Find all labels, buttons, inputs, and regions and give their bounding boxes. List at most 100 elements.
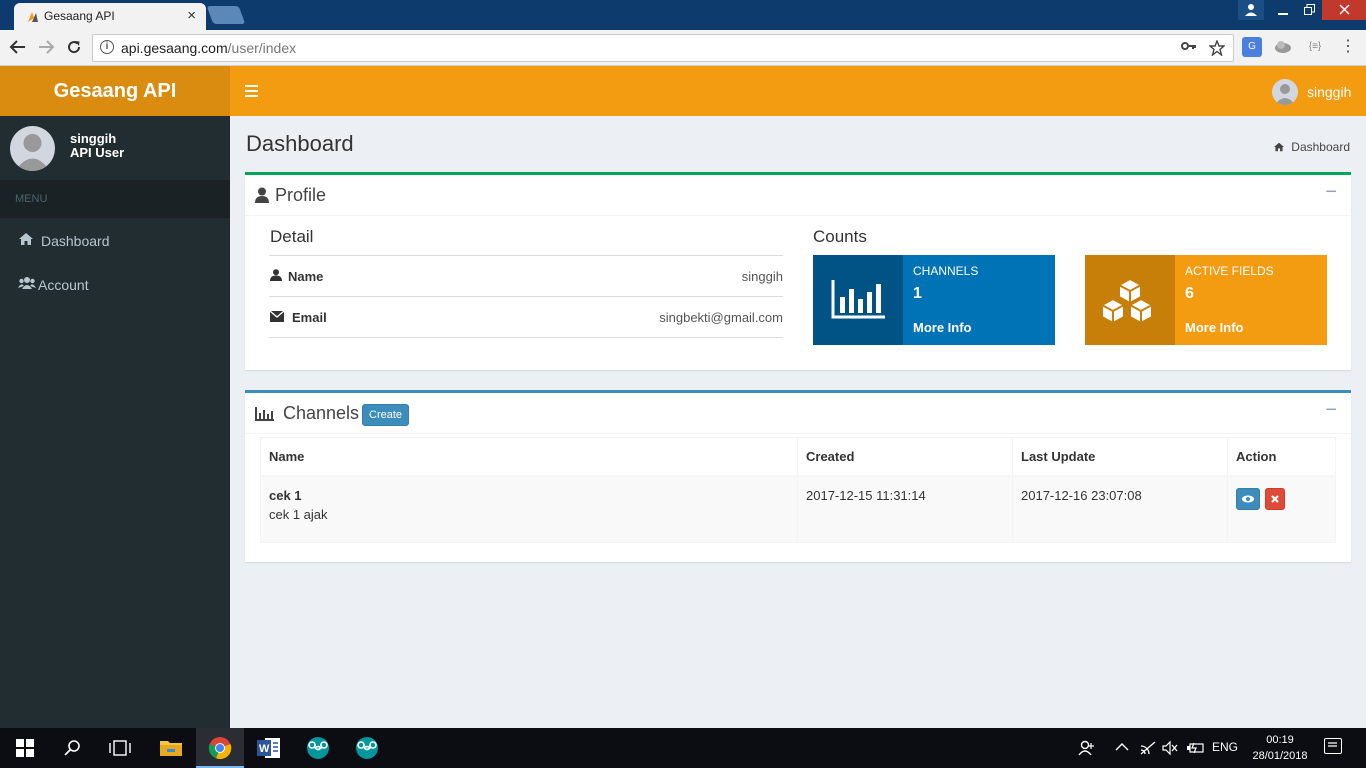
task-view-button[interactable]: [96, 728, 144, 768]
notifications-icon[interactable]: [1324, 738, 1342, 754]
home-icon: [1274, 142, 1285, 152]
breadcrumb: Dashboard: [1273, 140, 1350, 154]
info-box-number: 6: [1185, 285, 1194, 302]
people-icon[interactable]: [1078, 740, 1096, 756]
json-extension-icon[interactable]: {≡}: [1305, 37, 1325, 57]
envelope-icon: [270, 311, 284, 322]
user-icon: [270, 269, 282, 281]
user-icon: [255, 187, 269, 203]
windows-logo-icon: [16, 739, 34, 757]
search-button[interactable]: [48, 728, 96, 768]
favicon-icon: [28, 12, 38, 22]
action-cell: [1227, 475, 1336, 543]
taskbar-arduino-2[interactable]: [343, 728, 391, 768]
bar-chart-icon: [813, 255, 903, 345]
windows-taskbar: W ENG 00:19 28/01/2018: [0, 728, 1366, 768]
sidebar-item-label: Dashboard: [41, 233, 110, 249]
profile-box: Profile − Detail Name singgih Email sing…: [245, 172, 1351, 370]
app-logo[interactable]: Gesaang API: [0, 66, 230, 116]
info-box-label: ACTIVE FIELDS: [1185, 264, 1274, 278]
menu-header: MENU: [0, 180, 230, 218]
column-header-name: Name: [260, 437, 798, 477]
url-text[interactable]: api.gesaang.com/user/index: [121, 40, 296, 56]
table-row: cek 1 cek 1 ajak 2017-12-15 11:31:14 201…: [260, 475, 1336, 543]
page-title: Dashboard: [246, 131, 354, 156]
back-arrow-icon[interactable]: [9, 39, 26, 55]
collapse-button[interactable]: −: [1325, 181, 1337, 204]
minimize-window-icon[interactable]: [1270, 0, 1296, 20]
arduino-icon: [356, 737, 378, 759]
profile-window-icon[interactable]: [1238, 0, 1264, 20]
browser-titlebar: Gesaang API ×: [0, 0, 1366, 30]
search-icon: [64, 740, 80, 756]
close-window-icon[interactable]: [1322, 0, 1366, 20]
sidebar-toggle-icon[interactable]: [245, 85, 259, 97]
chrome-icon: [208, 737, 232, 760]
channel-name-cell: cek 1 cek 1 ajak: [260, 475, 798, 543]
wifi-icon[interactable]: [1140, 741, 1156, 755]
restore-window-icon[interactable]: [1296, 0, 1322, 20]
taskbar-arduino-1[interactable]: [294, 728, 342, 768]
taskbar-file-explorer[interactable]: [147, 728, 195, 768]
active-fields-info-box[interactable]: ACTIVE FIELDS 6 More Info: [1085, 255, 1327, 345]
column-header-action: Action: [1227, 437, 1336, 477]
sidebar-item-account[interactable]: Account: [0, 262, 230, 306]
battery-icon[interactable]: [1186, 741, 1204, 755]
channels-box-header: Channels Create −: [245, 393, 1351, 434]
more-info-link[interactable]: More Info: [913, 320, 972, 335]
profile-box-header: Profile −: [245, 175, 1351, 216]
menu-dots-icon[interactable]: ⋮: [1338, 37, 1358, 57]
start-button[interactable]: [0, 728, 48, 768]
created-cell: 2017-12-15 11:31:14: [797, 475, 1013, 543]
taskbar-word[interactable]: W: [245, 728, 293, 768]
channel-name[interactable]: cek 1: [269, 488, 789, 503]
word-icon: W: [257, 738, 280, 758]
svg-text:W: W: [259, 743, 270, 755]
system-clock[interactable]: 00:19 28/01/2018: [1245, 732, 1315, 764]
address-bar[interactable]: i api.gesaang.com/user/index: [92, 34, 1234, 62]
key-icon[interactable]: [1181, 39, 1197, 53]
close-icon: [1270, 494, 1279, 503]
browser-tab[interactable]: Gesaang API ×: [14, 3, 206, 30]
new-tab-button[interactable]: [206, 6, 246, 24]
detail-row-name: Name singgih: [269, 255, 783, 296]
volume-muted-icon[interactable]: [1162, 740, 1178, 756]
chevron-up-icon[interactable]: [1115, 743, 1129, 751]
reload-icon[interactable]: [66, 39, 82, 55]
info-box-label: CHANNELS: [913, 264, 979, 278]
more-info-link[interactable]: More Info: [1185, 320, 1244, 335]
detail-label: Email: [292, 310, 327, 325]
top-navbar: singgih: [230, 66, 1366, 116]
language-indicator[interactable]: ENG: [1212, 740, 1238, 754]
box-title: Profile: [275, 185, 327, 205]
channels-info-box[interactable]: CHANNELS 1 More Info: [813, 255, 1055, 345]
cloud-extension-icon[interactable]: [1273, 37, 1293, 57]
main-content: Dashboard Dashboard Profile − Detail Nam…: [230, 116, 1366, 728]
tab-close-icon[interactable]: ×: [187, 7, 196, 24]
users-icon: [18, 277, 36, 289]
sidebar-item-dashboard[interactable]: Dashboard: [0, 218, 230, 262]
forward-arrow-icon[interactable]: [38, 39, 55, 55]
cubes-icon: [1085, 255, 1175, 345]
column-header-last-update: Last Update: [1012, 437, 1228, 477]
user-menu[interactable]: singgih: [1272, 79, 1351, 105]
detail-row-email: Email singbekti@gmail.com: [269, 296, 783, 337]
site-info-icon[interactable]: i: [100, 40, 114, 54]
avatar: [1272, 79, 1298, 105]
sidebar: singgih API User MENU Dashboard Account: [0, 116, 230, 728]
box-title: Channels: [283, 403, 360, 423]
create-channel-button[interactable]: Create: [362, 404, 410, 426]
taskbar-chrome[interactable]: [196, 728, 244, 768]
task-view-icon: [109, 740, 131, 756]
column-header-created: Created: [797, 437, 1013, 477]
collapse-button[interactable]: −: [1325, 399, 1337, 422]
detail-value: singbekti@gmail.com: [659, 310, 783, 325]
translate-extension-icon[interactable]: G: [1242, 37, 1262, 57]
divider: [269, 337, 783, 338]
breadcrumb-item[interactable]: Dashboard: [1291, 140, 1350, 154]
channels-box: Channels Create − Name Created Last Upda…: [245, 390, 1351, 562]
view-button[interactable]: [1236, 487, 1260, 510]
delete-button[interactable]: [1264, 487, 1285, 510]
table-header-row: Name Created Last Update Action: [260, 437, 1336, 477]
bookmark-star-icon[interactable]: [1209, 40, 1225, 56]
